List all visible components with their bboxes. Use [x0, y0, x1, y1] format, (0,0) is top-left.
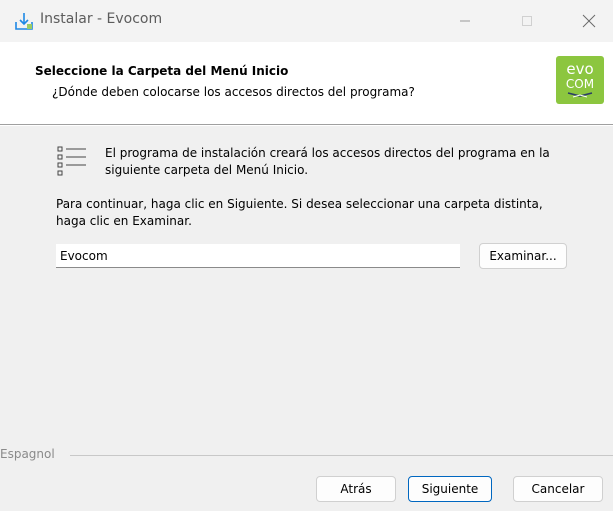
intro-text: El programa de instalación creará los ac… [105, 145, 575, 179]
language-label: Espagnol [0, 447, 55, 461]
minimize-icon [460, 20, 470, 22]
browse-button[interactable]: Examinar... [479, 243, 567, 269]
maximize-button[interactable] [504, 0, 550, 42]
logo-text-top: evo [566, 60, 594, 78]
continue-text: Para continuar, haga clic en Siguiente. … [56, 196, 566, 230]
logo-mark-icon [567, 92, 593, 98]
page-subtitle: ¿Dónde deben colocarse los accesos direc… [52, 85, 415, 99]
back-button[interactable]: Atrás [316, 476, 396, 502]
install-icon [14, 11, 34, 31]
wizard-header: Seleccione la Carpeta del Menú Inicio ¿D… [0, 42, 613, 124]
footer-divider [70, 455, 613, 456]
evocom-logo: evo COM [556, 56, 604, 104]
close-icon [582, 14, 596, 28]
close-button[interactable] [566, 0, 612, 42]
intro-line-2: siguiente carpeta del Menú Inicio. [105, 163, 309, 177]
start-menu-folder-input[interactable] [56, 244, 460, 268]
intro-line-1: El programa de instalación creará los ac… [105, 146, 550, 160]
logo-text-bottom: COM [565, 77, 595, 91]
maximize-icon [522, 16, 532, 26]
title-bar[interactable]: Instalar - Evocom [0, 0, 613, 42]
start-menu-list-icon [57, 146, 87, 176]
installer-window: Instalar - Evocom Seleccione la Carpeta … [0, 0, 613, 511]
continue-line-2: haga clic en Examinar. [56, 214, 192, 228]
window-title: Instalar - Evocom [40, 11, 163, 27]
continue-line-1: Para continuar, haga clic en Siguiente. … [56, 197, 543, 211]
page-title: Seleccione la Carpeta del Menú Inicio [35, 64, 289, 78]
minimize-button[interactable] [442, 0, 488, 42]
cancel-button[interactable]: Cancelar [513, 476, 603, 502]
next-button[interactable]: Siguiente [408, 476, 492, 502]
